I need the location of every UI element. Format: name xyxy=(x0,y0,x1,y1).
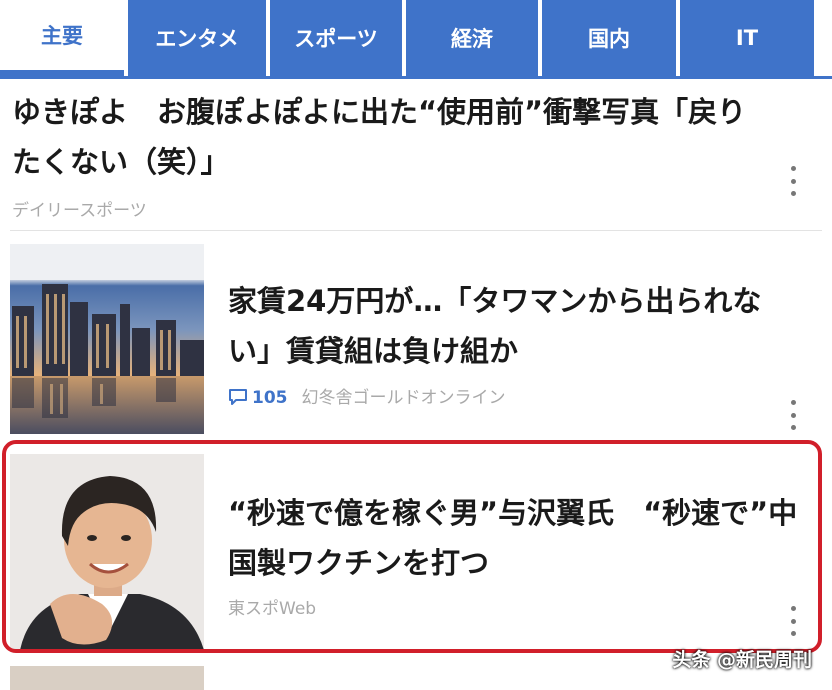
comment-count[interactable]: 105 xyxy=(252,388,288,408)
tab-entertainment[interactable]: エンタメ xyxy=(128,0,266,76)
comment-icon xyxy=(228,388,248,411)
news-source: デイリースポーツ xyxy=(12,201,147,221)
news-title[interactable]: 家賃24万円が…「タワマンから出られな い」賃貸組は負け組か xyxy=(228,276,808,376)
tab-main[interactable]: 主要 xyxy=(0,0,124,76)
tab-it[interactable]: IT xyxy=(680,0,814,76)
news-title-line: い」賃貸組は負け組か xyxy=(228,334,519,368)
tab-sports[interactable]: スポーツ xyxy=(270,0,402,76)
city-skyline-image[interactable] xyxy=(10,244,204,434)
tab-economy[interactable]: 経済 xyxy=(406,0,538,76)
tab-domestic[interactable]: 国内 xyxy=(542,0,676,76)
news-title-line: ゆきぽよ お腹ぽよぽよに出た“使用前”衝撃写真「戻り xyxy=(12,95,747,129)
news-title-line: 家賃24万円が…「タワマンから出られな xyxy=(228,284,762,318)
watermark: 头条 @新民周刊 xyxy=(672,649,812,671)
more-options-icon[interactable] xyxy=(786,166,800,196)
more-options-icon[interactable] xyxy=(786,400,800,430)
news-meta: 105 幻冬舎ゴールドオンライン xyxy=(228,383,506,411)
divider xyxy=(10,230,822,231)
news-source: 幻冬舎ゴールドオンライン xyxy=(301,388,506,408)
red-highlight-box xyxy=(2,440,822,653)
news-item-1[interactable]: ゆきぽよ お腹ぽよぽよに出た“使用前”衝撃写真「戻り たくない（笑）」 デイリー… xyxy=(0,80,832,230)
tab-underline xyxy=(0,76,832,79)
news-item-2[interactable]: 家賃24万円が…「タワマンから出られな い」賃貸組は負け組か 105 幻冬舎ゴール… xyxy=(0,240,832,436)
next-item-thumbnail[interactable] xyxy=(10,666,204,690)
news-title-line: たくない（笑）」 xyxy=(12,145,230,179)
category-tab-bar: 主要 エンタメ スポーツ 経済 国内 IT xyxy=(0,0,832,79)
news-title[interactable]: ゆきぽよ お腹ぽよぽよに出た“使用前”衝撃写真「戻り たくない（笑）」 xyxy=(12,87,812,187)
